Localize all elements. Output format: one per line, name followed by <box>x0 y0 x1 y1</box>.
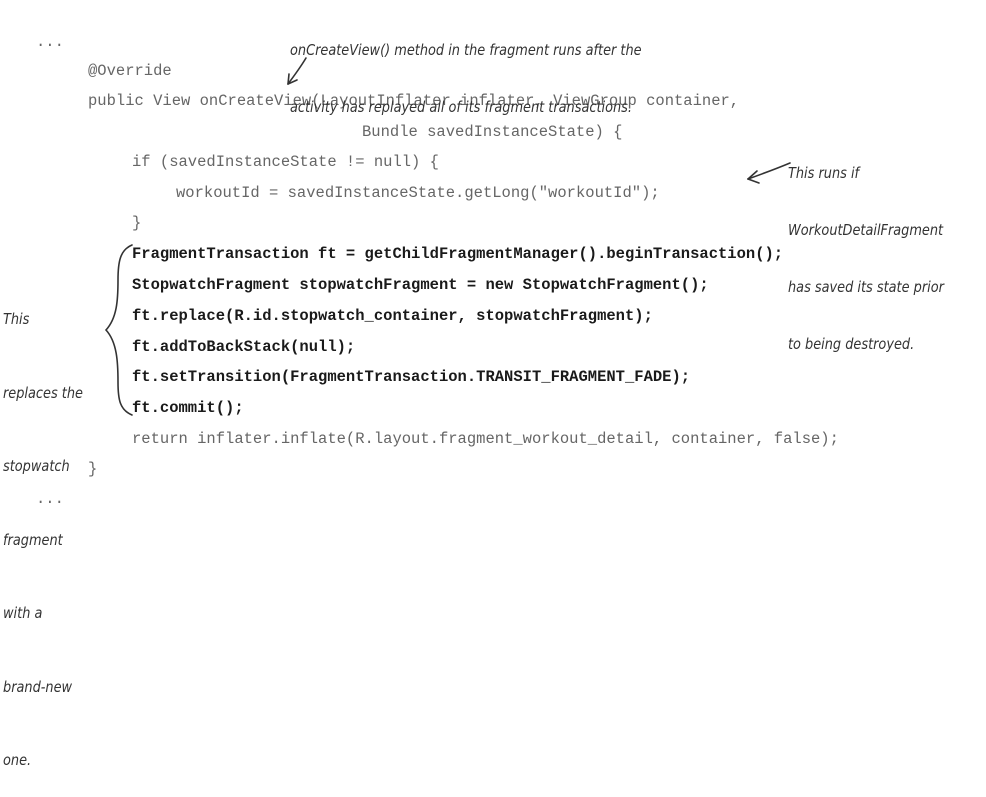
annotation-left-line-3: stopwatch <box>3 457 70 475</box>
annotation-top: onCreateView() method in the fragment ru… <box>290 3 642 136</box>
annotation-right-line-1: This runs if <box>788 164 860 182</box>
code-line-commit: ft.commit(); <box>132 399 244 417</box>
code-line-return: return inflater.inflate(R.layout.fragmen… <box>132 430 839 448</box>
arrow-right-icon <box>747 162 791 184</box>
code-line-backstack: ft.addToBackStack(null); <box>132 338 356 356</box>
annotation-left-line-7: one. <box>3 751 32 769</box>
annotation-left-line-6: brand-new <box>3 677 73 696</box>
annotation-left-line-4: fragment <box>3 530 63 549</box>
annotation-right-line-2: WorkoutDetailFragment <box>788 221 944 239</box>
code-line-override: @Override <box>88 62 172 80</box>
annotation-left-line-5: with a <box>3 604 43 622</box>
annotation-left-line-2: replaces the <box>3 383 83 402</box>
annotation-right-line-4: to being destroyed. <box>788 335 915 353</box>
annotation-right: This runs if WorkoutDetailFragment has s… <box>788 126 944 373</box>
code-line-workoutid: workoutId = savedInstanceState.getLong("… <box>176 184 660 202</box>
annotation-left-line-1: This <box>3 310 30 328</box>
code-line-stopwatch: StopwatchFragment stopwatchFragment = ne… <box>132 276 709 294</box>
code-line-close-if: } <box>132 214 142 232</box>
code-line-ft: FragmentTransaction ft = getChildFragmen… <box>132 245 784 263</box>
brace-icon <box>104 244 133 416</box>
code-line-replace: ft.replace(R.id.stopwatch_container, sto… <box>132 307 653 325</box>
ellipsis-top: ... <box>36 33 64 51</box>
annotation-right-line-3: has saved its state prior <box>788 278 944 296</box>
code-line-close-method: } <box>88 460 98 478</box>
annotation-top-line-2: activity has replayed all of its fragmen… <box>290 98 632 116</box>
annotation-left: This replaces the stopwatch fragment wit… <box>3 258 83 797</box>
code-line-transition: ft.setTransition(FragmentTransaction.TRA… <box>132 368 691 386</box>
annotation-top-line-1: onCreateView() method in the fragment ru… <box>290 41 642 59</box>
code-line-if: if (savedInstanceState != null) { <box>132 153 439 171</box>
